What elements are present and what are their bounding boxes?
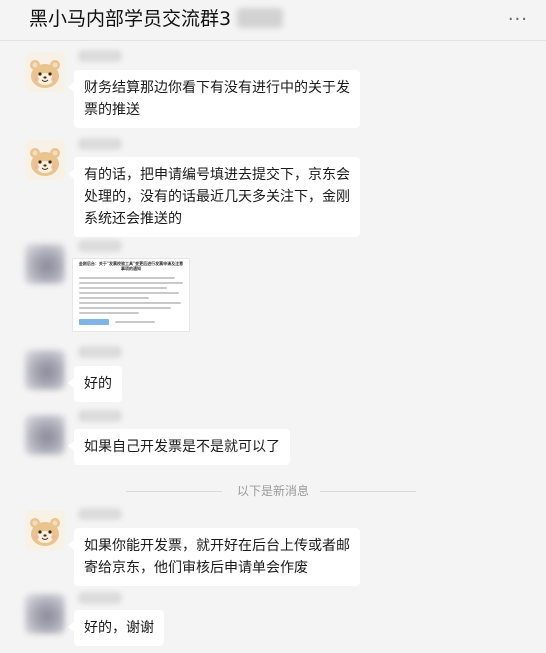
chat-title-text: 黑小马内部学员交流群3 (29, 8, 232, 30)
image-message-thumbnail[interactable]: 金刚后台：关于"发票校验工具"变更后进行发票申请及注意事项的通知 (72, 258, 190, 332)
chat-header: 黑小马内部学员交流群3 ··· (0, 0, 546, 41)
blurred-avatar[interactable] (25, 415, 65, 455)
blurred-avatar[interactable] (25, 350, 65, 390)
message-bubble[interactable]: 有的话，把申请编号填进去提交下，京东会处理的，没有的话最近几天多关注下，金刚系统… (68, 157, 360, 237)
chat-title: 黑小马内部学员交流群3 (29, 6, 284, 32)
message-bubble[interactable]: 好的 (68, 366, 122, 402)
sender-name-blurred (78, 410, 122, 422)
text-line (79, 297, 149, 299)
text-line (79, 292, 179, 294)
text-line (79, 307, 171, 309)
sender-name-blurred (78, 508, 122, 520)
sender-name-blurred (78, 138, 122, 150)
text-line (115, 321, 155, 323)
cartoon-cat-avatar[interactable] (25, 52, 65, 92)
blurred-avatar[interactable] (25, 244, 65, 284)
new-messages-label: 以下是新消息 (236, 484, 309, 498)
text-line (79, 282, 183, 284)
message-bubble[interactable]: 财务结算那边你看下有没有进行中的关于发票的推送 (68, 70, 360, 128)
blurred-member-count (237, 8, 284, 28)
more-horizontal-icon[interactable]: ··· (508, 10, 528, 30)
text-line (79, 277, 175, 279)
cartoon-cat-avatar[interactable] (25, 510, 65, 550)
cat-icon (25, 140, 65, 180)
message-bubble[interactable]: 如果自己开发票是不是就可以了 (68, 429, 290, 465)
blue-button-shape (79, 319, 109, 325)
sender-name-blurred (78, 50, 122, 62)
image-title: 金刚后台：关于"发票校验工具"变更后进行发票申请及注意事项的通知 (78, 261, 184, 271)
sender-name-blurred (78, 592, 122, 604)
cat-icon (25, 510, 65, 550)
sender-name-blurred (78, 240, 122, 252)
message-bubble[interactable]: 好的，谢谢 (68, 610, 164, 646)
cartoon-cat-avatar[interactable] (25, 140, 65, 180)
cat-icon (25, 52, 65, 92)
divider-line (320, 491, 416, 492)
blurred-avatar[interactable] (25, 594, 65, 634)
text-line (79, 302, 181, 304)
text-line (79, 287, 167, 289)
message-bubble[interactable]: 如果你能开发票，就开好在后台上传或者邮寄给京东，他们审核后申请单会作废 (68, 528, 360, 586)
sender-name-blurred (78, 346, 122, 358)
text-line (79, 312, 139, 314)
new-messages-divider: 以下是新消息 (0, 482, 546, 500)
